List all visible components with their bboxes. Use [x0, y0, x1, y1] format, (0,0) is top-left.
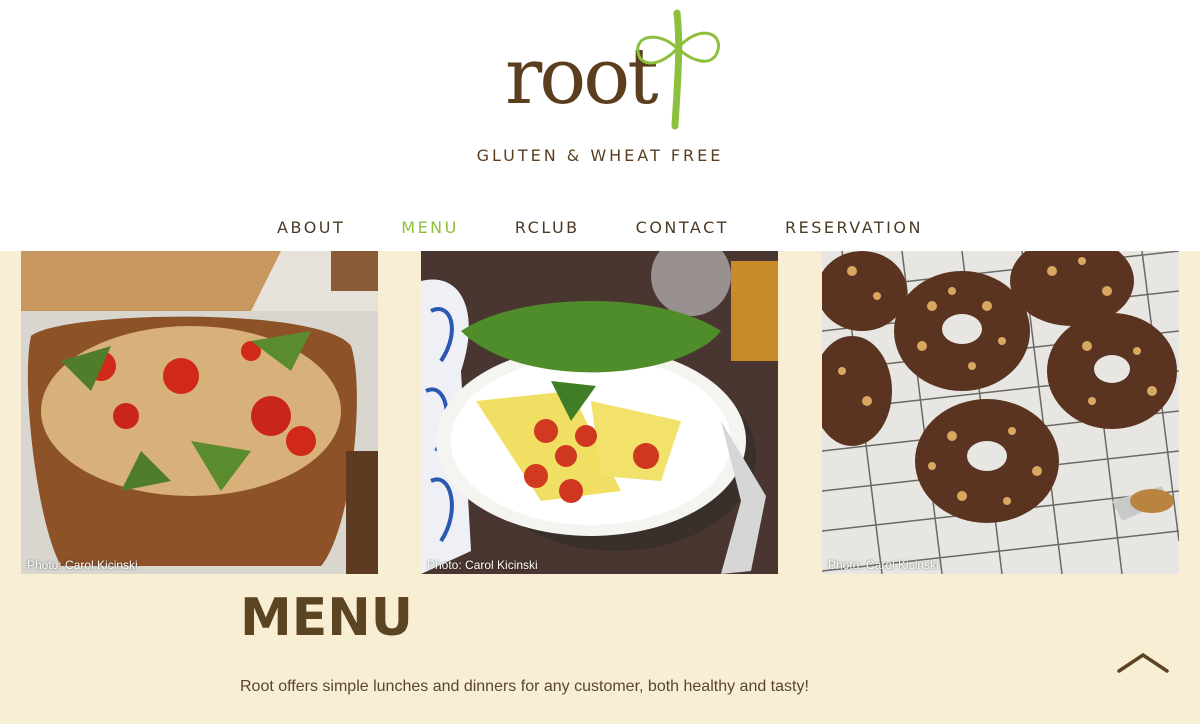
photo-credit: Photo: Carol Kicinski [427, 558, 538, 572]
photo-pasta-salad: Photo: Carol Kicinski [21, 251, 378, 574]
crepes-image [421, 251, 778, 574]
nav-item-menu[interactable]: MENU [401, 218, 459, 237]
photo-donuts: Photo: Carol Kicinski [822, 251, 1179, 574]
photo-crepes: Photo: Carol Kicinski [421, 251, 778, 574]
logo[interactable]: root [505, 8, 730, 133]
nav-item-rclub[interactable]: RCLUB [515, 218, 580, 237]
photo-credit: Photo: Carol Kicinski [27, 558, 138, 572]
sprout-icon [636, 9, 720, 130]
main-nav: ABOUT MENU RCLUB CONTACT RESERVATION [0, 218, 1200, 240]
site-header: root GLUTEN & WHEAT FREE ABOUT MENU RCLU… [0, 0, 1200, 251]
scroll-to-top-button[interactable] [1117, 651, 1169, 673]
pasta-salad-image [21, 251, 378, 574]
nav-item-reservation[interactable]: RESERVATION [785, 218, 923, 237]
nav-item-about[interactable]: ABOUT [277, 218, 345, 237]
photo-credit: Photo: Carol Kicinski [828, 558, 939, 572]
donuts-image [822, 251, 1179, 574]
page-title: MENU [240, 588, 414, 648]
nav-item-contact[interactable]: CONTACT [636, 218, 729, 237]
intro-text: Root offers simple lunches and dinners f… [240, 678, 809, 695]
tagline: GLUTEN & WHEAT FREE [476, 146, 724, 165]
chevron-up-icon [1117, 652, 1169, 673]
